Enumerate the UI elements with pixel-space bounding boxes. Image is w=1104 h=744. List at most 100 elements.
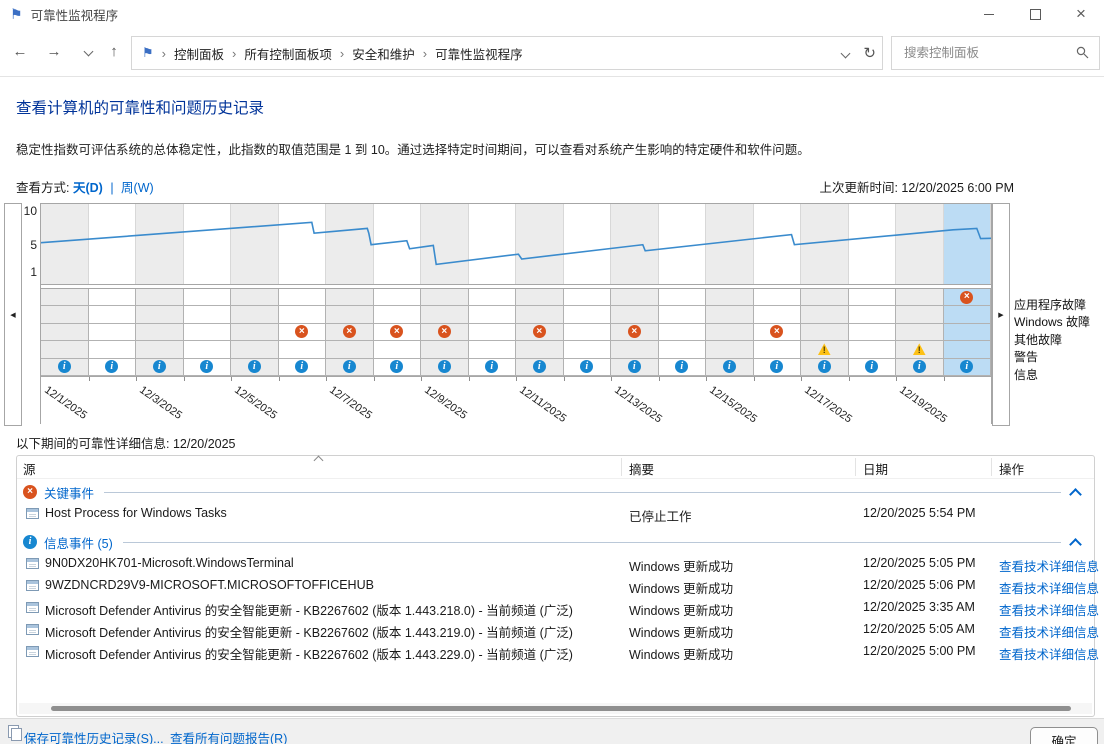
- event-grid-cell[interactable]: [421, 289, 469, 307]
- view-technical-details-link[interactable]: 查看技术详细信息: [999, 556, 1099, 575]
- event-grid-cell[interactable]: [896, 323, 944, 342]
- event-grid-cell[interactable]: [136, 306, 184, 324]
- event-grid-cell[interactable]: ×: [611, 323, 659, 342]
- event-grid-cell[interactable]: ×: [753, 323, 801, 342]
- event-grid-cell[interactable]: ×: [516, 323, 564, 342]
- event-grid-cell[interactable]: ×: [421, 323, 469, 342]
- event-grid-cell[interactable]: i: [848, 358, 896, 376]
- event-grid-cell[interactable]: [753, 289, 801, 307]
- event-grid-cell[interactable]: [753, 341, 801, 359]
- event-grid-cell[interactable]: [848, 323, 896, 342]
- event-grid-cell[interactable]: [231, 289, 279, 307]
- event-grid-cell[interactable]: [611, 306, 659, 324]
- event-grid-cell[interactable]: [41, 323, 89, 342]
- event-grid-cell[interactable]: i: [943, 358, 991, 376]
- save-history-link[interactable]: 保存可靠性历史记录(S)...: [24, 728, 164, 744]
- collapse-group-icon[interactable]: [1069, 487, 1082, 501]
- event-grid-cell[interactable]: i: [896, 358, 944, 376]
- event-grid-cell[interactable]: ×: [326, 323, 374, 342]
- event-grid-cell[interactable]: [706, 341, 754, 359]
- event-grid-cell[interactable]: [183, 341, 231, 359]
- event-grid-cell[interactable]: [88, 323, 136, 342]
- event-grid-cell[interactable]: i: [278, 358, 326, 376]
- event-grid-cell[interactable]: [41, 341, 89, 359]
- breadcrumb-item[interactable]: 可靠性监视程序: [435, 44, 523, 63]
- event-grid-cell[interactable]: !: [896, 341, 944, 359]
- minimize-button[interactable]: [966, 0, 1012, 28]
- event-grid-cell[interactable]: [468, 289, 516, 307]
- event-grid-cell[interactable]: [563, 341, 611, 359]
- event-row[interactable]: 9WZDNCRD29V9-MICROSOFT.MICROSOFTOFFICEHU…: [17, 575, 1099, 597]
- search-input[interactable]: [902, 38, 1066, 68]
- search-icon[interactable]: [1076, 46, 1089, 59]
- event-grid-cell[interactable]: [373, 341, 421, 359]
- view-technical-details-link[interactable]: 查看技术详细信息: [999, 622, 1099, 641]
- event-grid-cell[interactable]: [801, 306, 849, 324]
- event-grid-cell[interactable]: [516, 341, 564, 359]
- event-grid-cell[interactable]: [943, 323, 991, 342]
- breadcrumb-item[interactable]: 所有控制面板项: [244, 44, 332, 63]
- event-grid-cell[interactable]: [563, 306, 611, 324]
- event-grid-cell[interactable]: i: [326, 358, 374, 376]
- event-grid-cell[interactable]: [373, 289, 421, 307]
- event-grid-cell[interactable]: [468, 323, 516, 342]
- event-grid-cell[interactable]: i: [611, 358, 659, 376]
- event-grid-cell[interactable]: [658, 323, 706, 342]
- event-grid-cell[interactable]: ×: [278, 323, 326, 342]
- event-grid-cell[interactable]: [658, 289, 706, 307]
- event-grid-cell[interactable]: [41, 306, 89, 324]
- event-grid-cell[interactable]: i: [421, 358, 469, 376]
- event-grid-cell[interactable]: [326, 341, 374, 359]
- event-grid-cell[interactable]: i: [753, 358, 801, 376]
- ok-button[interactable]: 确定: [1030, 727, 1098, 744]
- event-grid-cell[interactable]: [801, 323, 849, 342]
- event-grid-cell[interactable]: i: [563, 358, 611, 376]
- event-grid-cell[interactable]: [468, 306, 516, 324]
- event-grid-cell[interactable]: [136, 289, 184, 307]
- event-grid-cell[interactable]: i: [468, 358, 516, 376]
- address-bar[interactable]: ⚑ › 控制面板 › 所有控制面板项 › 安全和维护 › 可靠性监视程序 ↻: [131, 36, 883, 70]
- event-row[interactable]: Microsoft Defender Antivirus 的安全智能更新 - K…: [17, 597, 1099, 619]
- close-button[interactable]: ×: [1058, 0, 1104, 28]
- breadcrumb-item[interactable]: 安全和维护: [352, 44, 415, 63]
- event-grid-cell[interactable]: [278, 341, 326, 359]
- event-grid-cell[interactable]: [848, 289, 896, 307]
- event-grid-cell[interactable]: [373, 306, 421, 324]
- event-grid-cell[interactable]: [706, 323, 754, 342]
- view-by-weeks-link[interactable]: 周(W): [121, 181, 154, 195]
- back-button[interactable]: ←: [6, 37, 34, 65]
- event-grid-cell[interactable]: ×: [373, 323, 421, 342]
- scrollbar-thumb[interactable]: [51, 706, 1071, 711]
- event-grid-cell[interactable]: [658, 341, 706, 359]
- view-by-days-link[interactable]: 天(D): [73, 181, 103, 195]
- event-grid-cell[interactable]: [468, 341, 516, 359]
- view-technical-details-link[interactable]: 查看技术详细信息: [999, 578, 1099, 597]
- event-grid-cell[interactable]: [658, 306, 706, 324]
- event-grid-cell[interactable]: [231, 323, 279, 342]
- event-grid-cell[interactable]: [278, 306, 326, 324]
- event-grid-cell[interactable]: [231, 306, 279, 324]
- up-button[interactable]: ↑: [100, 37, 128, 65]
- event-grid-cell[interactable]: i: [516, 358, 564, 376]
- recent-pages-dropdown[interactable]: [74, 37, 102, 65]
- event-grid-cell[interactable]: [753, 306, 801, 324]
- event-grid-cell[interactable]: [706, 306, 754, 324]
- event-grid-cell[interactable]: [611, 289, 659, 307]
- event-grid-cell[interactable]: [183, 306, 231, 324]
- event-grid-cell[interactable]: [88, 341, 136, 359]
- column-header-source[interactable]: 源: [23, 459, 36, 478]
- event-row[interactable]: 9N0DX20HK701-Microsoft.WindowsTerminal Wi…: [17, 553, 1099, 575]
- event-grid-cell[interactable]: [88, 289, 136, 307]
- event-grid-cell[interactable]: [136, 323, 184, 342]
- view-technical-details-link[interactable]: 查看技术详细信息: [999, 600, 1099, 619]
- event-row[interactable]: Microsoft Defender Antivirus 的安全智能更新 - K…: [17, 619, 1099, 641]
- event-grid-cell[interactable]: [896, 289, 944, 307]
- scroll-left-button[interactable]: ◀: [4, 203, 22, 426]
- event-group-row[interactable]: i 信息事件 (5): [17, 531, 1094, 553]
- event-grid-cell[interactable]: i: [658, 358, 706, 376]
- event-grid-cell[interactable]: [563, 323, 611, 342]
- event-grid-cell[interactable]: [421, 306, 469, 324]
- column-header-summary[interactable]: 摘要: [629, 459, 654, 478]
- event-grid-cell[interactable]: [326, 289, 374, 307]
- horizontal-scrollbar[interactable]: [19, 703, 1092, 714]
